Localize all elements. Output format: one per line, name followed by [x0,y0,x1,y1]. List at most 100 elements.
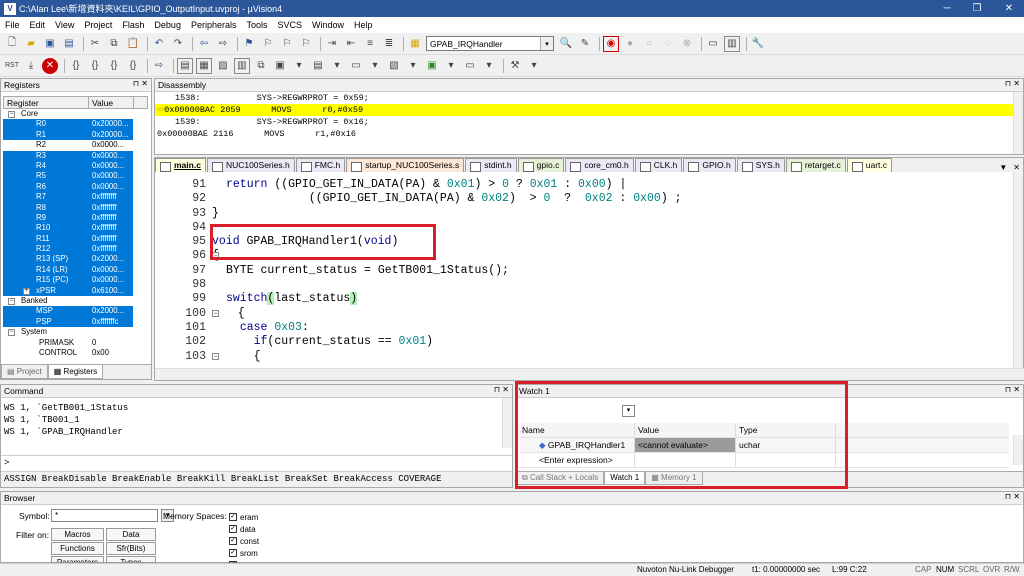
register-row[interactable]: R3 0x0000... [3,150,148,161]
undo-icon[interactable]: ↶ [151,36,167,52]
code-line[interactable]: 101 case 0x03: [155,320,1023,336]
register-row[interactable]: R11 0xffffffff [3,233,148,245]
menu-help[interactable]: Help [349,20,378,30]
analysis-dropdown-icon[interactable]: ▾ [405,58,421,74]
command-window-icon[interactable]: ▤ [177,57,193,74]
breakpoint-kill-icon[interactable]: ⊗ [679,36,695,52]
panel-pin-close-icon[interactable]: ⊓ ✕ [1005,79,1020,88]
incremental-find-icon[interactable]: ✎ [577,36,593,52]
register-row[interactable]: R8 0xffffffff [3,202,148,213]
register-row[interactable]: R13 (SP) 0x2000... [3,254,148,265]
srom-checkbox[interactable]: ✓ srom [229,547,259,559]
panel-pin-close-icon[interactable]: ⊓ ✕ [1005,385,1020,394]
register-row[interactable]: R10 0xffffffff [3,223,148,234]
tab-registers[interactable]: ▦ Registers [47,365,104,379]
reset-cpu-icon[interactable]: RST [4,58,20,74]
command-input[interactable]: > [1,455,512,469]
find-in-files-icon[interactable]: ▦ [407,36,423,52]
tab-fmc-h[interactable]: FMC.h [295,158,346,172]
register-row[interactable]: R0 0x20000... [3,119,148,130]
open-folder-icon[interactable]: ▰ [23,36,39,52]
tab-startup-s[interactable]: startup_NUC100Series.s [346,158,465,172]
code-line[interactable]: 99 switch(last_status) [155,292,1023,307]
find-icon[interactable]: 🔍 [558,36,574,52]
disasm-current-line[interactable]: ⇨0x00000BAC 2059 MOVS r0,#0x59 [155,104,1023,116]
register-row[interactable]: R7 0xffffffff [3,192,148,203]
eram-checkbox[interactable]: ✓ eram [229,511,259,523]
debug-session-icon[interactable]: ◉ [603,35,619,52]
functions-button[interactable]: Functions [51,542,104,555]
menu-window[interactable]: Window [307,20,349,30]
register-row[interactable]: PSP 0xfffffffc [3,316,148,328]
editor-vscrollbar[interactable] [1013,172,1023,368]
const-checkbox[interactable]: ✓ const [229,535,259,547]
tab-sys-h[interactable]: SYS.h [736,158,785,172]
trace-window-icon[interactable]: ▣ [424,58,440,74]
breakpoint-insert-icon[interactable]: ● [622,36,638,52]
disasm-source-line[interactable]: 1539: SYS->REGWRPROT = 0x16; [155,116,1023,128]
trace-dropdown-icon[interactable]: ▾ [443,58,459,74]
register-row[interactable]: R15 (PC) 0x0000... [3,275,148,286]
system-viewer-icon[interactable]: ▭ [462,58,478,74]
call-stack-window-icon[interactable]: ⧉ [253,58,269,74]
tab-nuc100series-h[interactable]: NUC100Series.h [206,158,295,172]
tab-core-cm0-h[interactable]: core_cm0.h [565,158,634,172]
disasm-instruction-line[interactable]: 0x00000BAE 2116 MOVS r1,#0x16 [155,128,1023,140]
disassembly-window-icon[interactable]: ▦ [196,57,212,74]
stop-icon[interactable]: ✕ [42,57,58,74]
code-line[interactable]: 103− { [155,349,1023,364]
tabs-close-icon[interactable]: ✕ [1010,163,1023,172]
register-row[interactable]: R14 (LR) 0x0000... [3,264,148,276]
toolbox-icon[interactable]: ⚒ [507,58,523,74]
serial-dropdown-icon[interactable]: ▾ [367,58,383,74]
menu-project[interactable]: Project [79,20,117,30]
menu-edit[interactable]: Edit [25,20,51,30]
code-area[interactable]: 91 return ((GPIO_GET_IN_DATA(PA) & 0x01) … [155,172,1023,364]
window-layout-icon[interactable]: ▥ [724,35,740,52]
disasm-source-line[interactable]: 1538: SYS->REGWRPROT = 0x59; [155,92,1023,104]
tab-retarget-c[interactable]: retarget.c [785,158,846,172]
tabs-dropdown-icon[interactable]: ▼ [996,163,1010,172]
watch-dropdown-icon[interactable]: ▾ [291,58,307,74]
code-line[interactable]: 102 if(current_status == 0x01) [155,335,1023,350]
register-row[interactable]: MSP 0x2000... [3,306,148,317]
tab-clk-h[interactable]: CLK.h [634,158,683,172]
tab-gpio-c[interactable]: gpio.c [517,158,565,172]
bookmark-clear-icon[interactable]: ⚐ [298,36,314,52]
breakpoint-disable-icon[interactable]: ◌ [660,36,676,52]
unindent-icon[interactable]: ⇤ [343,36,359,52]
menu-tools[interactable]: Tools [241,20,272,30]
tab-main-c[interactable]: main.c [155,158,206,172]
menu-peripherals[interactable]: Peripherals [186,20,242,30]
show-next-statement-icon[interactable]: ⇨ [151,58,167,74]
minimize-icon[interactable]: ─ [932,0,962,17]
tab-uart-c[interactable]: uart.c [846,158,892,172]
menu-debug[interactable]: Debug [149,20,186,30]
tree-banked[interactable]: − Banked [3,296,148,306]
code-line[interactable]: 91 return ((GPIO_GET_IN_DATA(PA) & 0x01) … [155,178,1023,193]
indent-icon[interactable]: ⇥ [324,36,340,52]
serial-window-icon[interactable]: ▭ [348,58,364,74]
types-button[interactable]: Types [106,556,156,563]
symbol-input[interactable]: * [51,509,158,522]
memory-dropdown-icon[interactable]: ▾ [329,58,345,74]
nav-back-icon[interactable]: ⇦ [196,36,212,52]
register-row[interactable]: R6 0x0000... [3,181,148,193]
register-row[interactable]: PRIMASK 0 [3,338,148,348]
collapse-icon[interactable]: − [8,329,15,337]
menu-svcs[interactable]: SVCS [273,20,308,30]
breakpoint-enable-icon[interactable]: ○ [641,36,657,52]
redo-icon[interactable]: ↷ [170,36,186,52]
save-icon[interactable]: ▣ [42,36,58,52]
run-to-cursor-icon[interactable]: {} [125,58,141,74]
tab-stdint-h[interactable]: stdint.h [465,158,517,172]
function-combo[interactable]: GPAB_IRQHandler ▾ [426,36,554,51]
system-viewer-dropdown-icon[interactable]: ▾ [481,58,497,74]
menu-file[interactable]: File [0,20,25,30]
bookmark-next-icon[interactable]: ⚐ [279,36,295,52]
tab-project[interactable]: ▤ Project [1,365,48,379]
configure-icon[interactable]: 🔧 [750,36,766,52]
panel-pin-close-icon[interactable]: ⊓ ✕ [1005,492,1020,501]
code-line[interactable]: 93} [155,206,1023,221]
uncomment-icon[interactable]: ≣ [381,36,397,52]
